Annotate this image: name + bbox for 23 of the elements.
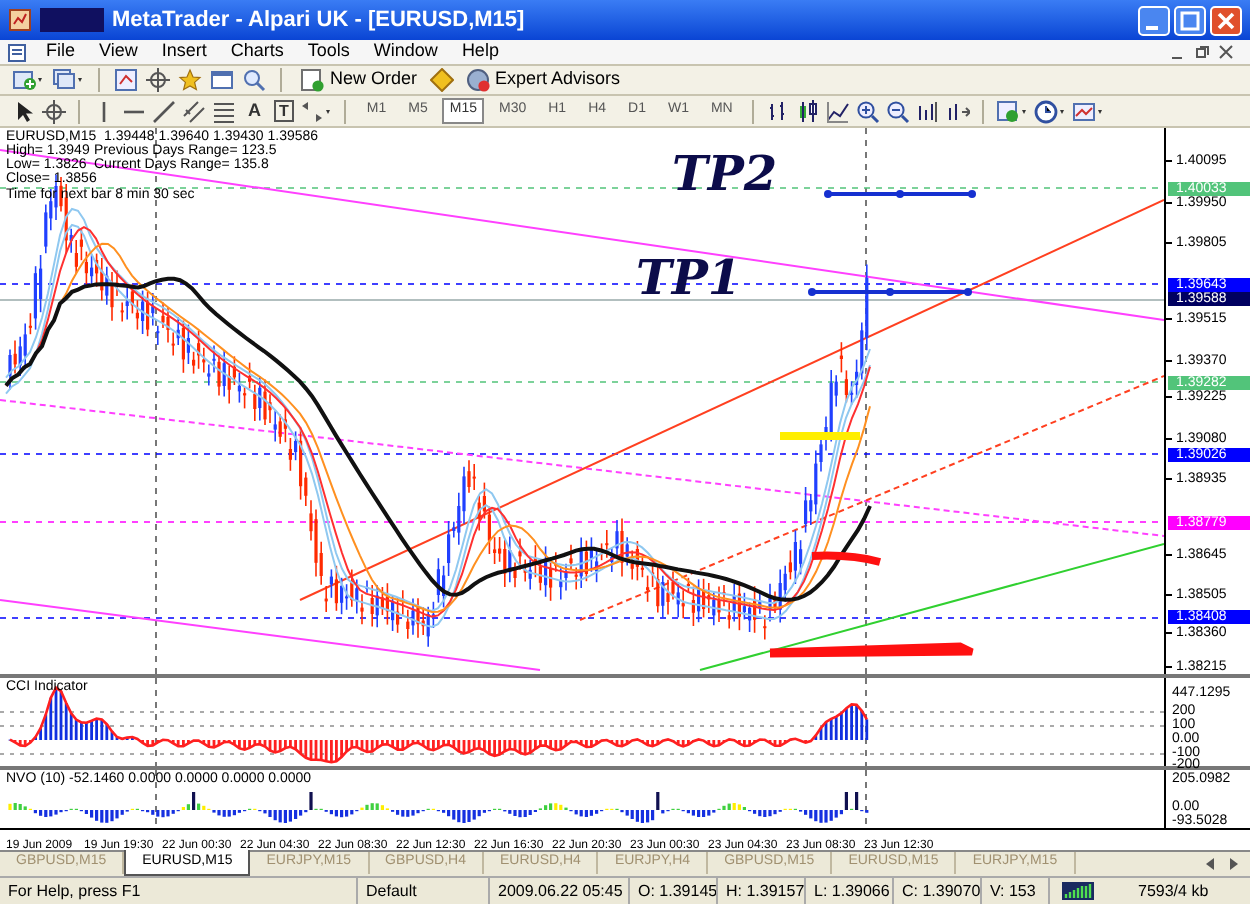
status-text: Default <box>366 879 417 903</box>
status-text: L: 1.39066 <box>814 879 890 903</box>
status-text: For Help, press F1 <box>8 879 141 903</box>
status-text: C: 1.39070 <box>902 879 981 903</box>
window-title: MetaTrader - Alpari UK - [EURUSD,M15] <box>112 5 525 36</box>
status-text: 7593/4 kb <box>1136 879 1209 903</box>
status-text: O: 1.39145 <box>638 879 718 903</box>
menu-item[interactable]: Window <box>373 38 438 66</box>
menu-item[interactable]: View <box>99 38 138 66</box>
handwritten-label: TP2 <box>672 148 778 200</box>
menu-item[interactable]: Charts <box>230 38 284 66</box>
status-text: 2009.06.22 05:45 <box>498 879 623 903</box>
new-order-button[interactable]: New Order <box>296 66 422 94</box>
text-tool-button[interactable]: A <box>242 97 267 125</box>
label-tool-button[interactable]: T <box>273 100 295 122</box>
status-text: H: 1.39157 <box>726 879 805 903</box>
menu-item[interactable]: Tools <box>307 38 350 66</box>
menu-item[interactable]: Help <box>461 38 499 66</box>
status-text: V: 153 <box>990 879 1036 903</box>
handwritten-label: TP1 <box>636 252 742 304</box>
expert-advisors-button[interactable]: Expert Advisors <box>461 66 625 94</box>
menu-item[interactable]: Insert <box>161 38 207 66</box>
menu-item[interactable]: File <box>46 38 76 66</box>
